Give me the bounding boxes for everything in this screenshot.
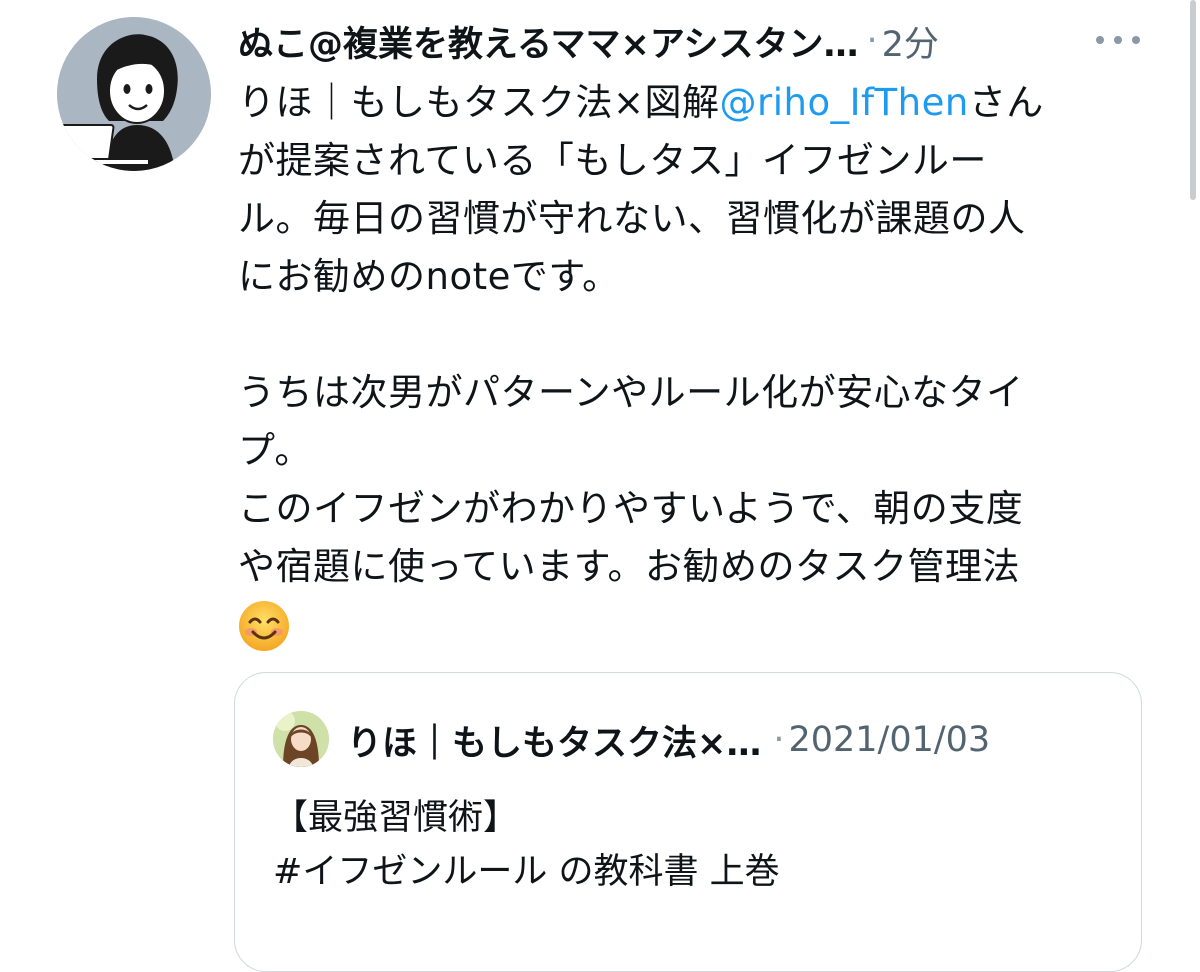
quoted-text-line: 【最強習慣術】 — [273, 798, 519, 838]
quoted-tweet-date: 2021/01/03 — [788, 720, 991, 760]
tweet[interactable]: ぬこ@複業を教えるママ×アシスタン… · 2分 りほ｜もしもタスク法×図解@ri… — [0, 0, 1200, 972]
tweet-text-line: プ。 — [238, 429, 312, 472]
tweet-header: ぬこ@複業を教えるママ×アシスタン… · 2分 — [238, 14, 1138, 68]
tweet-text-line: うちは次男がパターンやルール化が安心なタイ — [238, 371, 1024, 414]
tweet-text-line: このイフゼンがわかりやすいようで、朝の支度 — [238, 487, 1024, 530]
tweet-text-line: が提案されている「もしタス」イフゼンルー — [238, 139, 987, 182]
quoted-text-line: #イフゼンルール の教科書 上巻 — [273, 852, 780, 892]
tweet-text-line-emoji — [238, 596, 1138, 654]
tweet-text: りほ｜もしもタスク法×図解@riho_IfThenさん が提案されている「もしタ… — [238, 74, 1138, 654]
tweet-text-line: ル。毎日の習慣が守れない、習慣化が課題の人 — [238, 197, 1026, 240]
separator-dot: · — [866, 21, 878, 61]
text-segment: りほ｜もしもタスク法×図解 — [238, 81, 720, 124]
mention-link[interactable]: @riho_IfThen — [720, 81, 969, 124]
separator-dot: · — [773, 720, 785, 760]
tweet-text-line: にお勧めのnoteです。 — [238, 255, 620, 298]
tweet-text-line: や宿題に使っています。お勧めのタスク管理法 — [238, 545, 1020, 588]
scrollbar[interactable] — [1190, 0, 1196, 200]
quoted-tweet[interactable]: りほ｜もしもタスク法×… · 2021/01/03 【最強習慣術】 #イフゼンル… — [234, 672, 1142, 972]
quoted-tweet-text: 【最強習慣術】 #イフゼンルール の教科書 上巻 — [273, 791, 780, 899]
quoted-author-name[interactable]: りほ｜もしもタスク法×… — [347, 715, 761, 766]
author-avatar[interactable] — [57, 17, 211, 171]
more-horizontal-icon[interactable] — [1096, 22, 1140, 58]
tweet-timestamp[interactable]: 2分 — [882, 16, 939, 67]
text-segment: さん — [968, 81, 1044, 124]
tweet-text-line: りほ｜もしもタスク法×図解@riho_IfThenさん — [238, 74, 1138, 132]
smiling-face-icon — [239, 601, 289, 651]
quoted-author-avatar[interactable] — [273, 711, 329, 767]
author-name[interactable]: ぬこ@複業を教えるママ×アシスタン… — [238, 16, 858, 67]
quoted-tweet-header: りほ｜もしもタスク法×… · 2021/01/03 — [347, 711, 990, 769]
